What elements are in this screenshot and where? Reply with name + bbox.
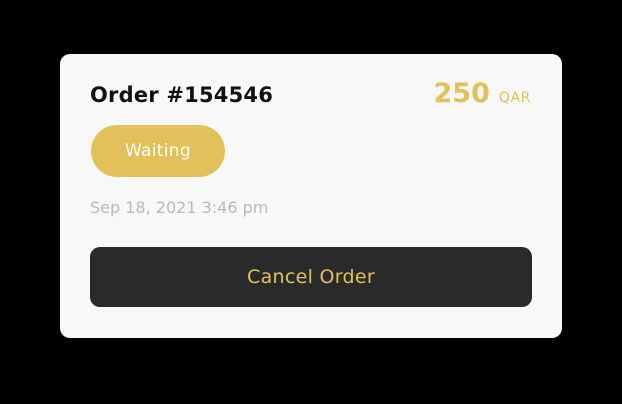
amount-currency: QAR	[498, 90, 531, 106]
cancel-order-label: Cancel Order	[247, 266, 375, 288]
order-title: Order #154546	[90, 83, 274, 107]
order-card: Order #154546 250 QAR Waiting Sep 18, 20…	[60, 54, 562, 338]
status-badge: Waiting	[91, 125, 225, 177]
amount-value: 250	[433, 78, 490, 109]
order-timestamp: Sep 18, 2021 3:46 pm	[90, 198, 269, 217]
status-label: Waiting	[125, 141, 191, 161]
order-amount: 250 QAR	[434, 76, 532, 112]
cancel-order-button[interactable]: Cancel Order	[90, 247, 532, 307]
